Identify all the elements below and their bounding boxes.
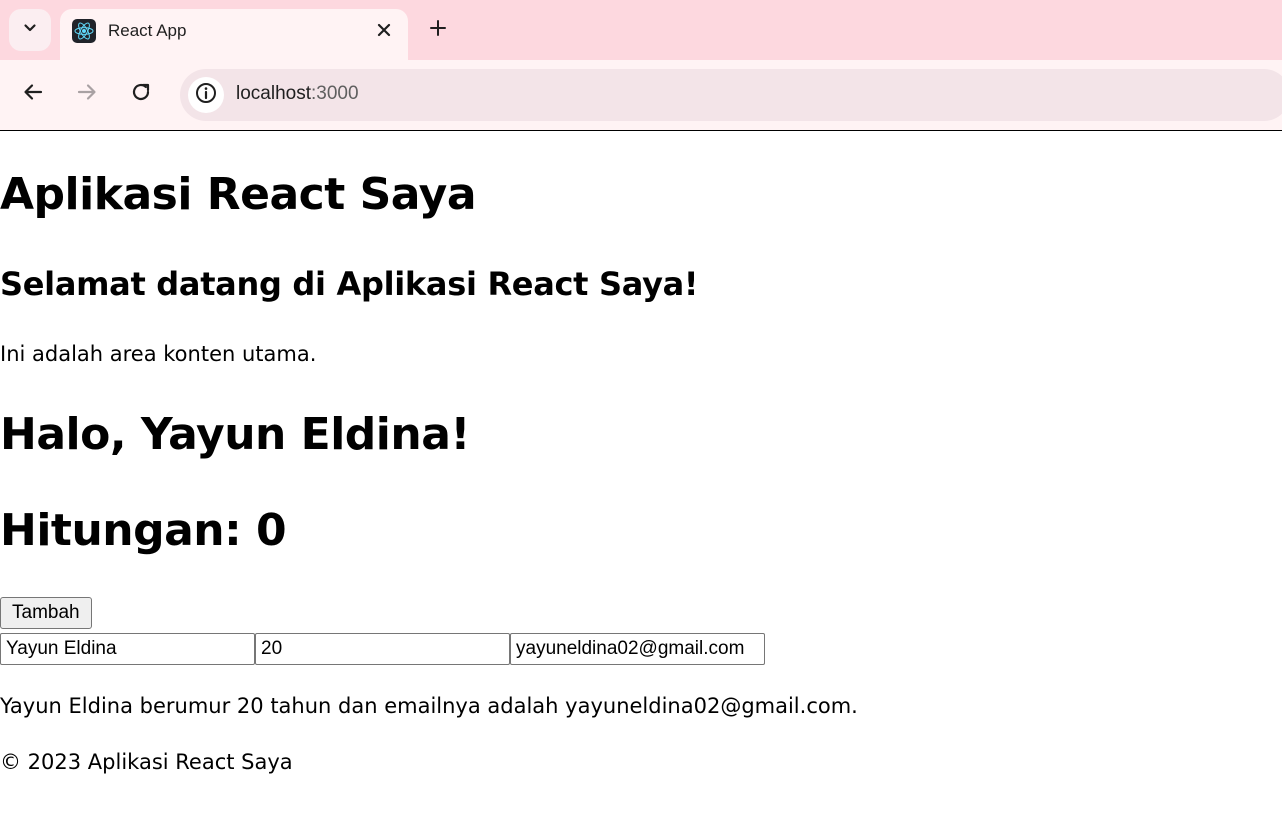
app-title: Aplikasi React Saya bbox=[0, 169, 477, 220]
address-bar[interactable]: localhost:3000 bbox=[180, 69, 1282, 121]
info-icon bbox=[195, 82, 217, 108]
page-content: Aplikasi React Saya Selamat datang di Ap… bbox=[0, 131, 1282, 817]
browser-tab-active[interactable]: React App bbox=[60, 9, 408, 60]
counter-label: Hitungan: bbox=[0, 505, 257, 556]
counter-heading: Hitungan: 0 bbox=[0, 505, 287, 556]
url-host: localhost bbox=[236, 83, 311, 104]
url-port: :3000 bbox=[311, 83, 359, 104]
user-summary-text: Yayun Eldina berumur 20 tahun dan emailn… bbox=[0, 694, 858, 718]
reload-icon bbox=[130, 81, 152, 107]
footer-text: © 2023 Aplikasi React Saya bbox=[0, 750, 293, 774]
welcome-heading: Selamat datang di Aplikasi React Saya! bbox=[0, 265, 699, 303]
chevron-down-icon bbox=[22, 20, 38, 40]
arrow-left-icon bbox=[22, 81, 44, 107]
close-icon bbox=[377, 22, 391, 41]
site-info-button[interactable] bbox=[188, 77, 224, 113]
add-button[interactable]: Tambah bbox=[0, 597, 92, 629]
reload-button[interactable] bbox=[124, 77, 158, 111]
arrow-right-icon bbox=[76, 81, 98, 107]
close-tab-button[interactable] bbox=[372, 19, 396, 43]
react-logo-icon bbox=[72, 19, 96, 43]
intro-text: Ini adalah area konten utama. bbox=[0, 342, 317, 366]
back-button[interactable] bbox=[16, 77, 50, 111]
forward-button[interactable] bbox=[70, 77, 104, 111]
greeting-heading: Halo, Yayun Eldina! bbox=[0, 409, 470, 460]
url-text: localhost:3000 bbox=[236, 83, 359, 105]
email-input[interactable] bbox=[510, 633, 765, 665]
name-input[interactable] bbox=[0, 633, 255, 665]
counter-value: 0 bbox=[256, 505, 287, 556]
tab-strip: React App bbox=[0, 0, 1282, 60]
browser-toolbar: localhost:3000 bbox=[0, 60, 1282, 130]
tab-search-button[interactable] bbox=[9, 9, 51, 51]
age-input[interactable] bbox=[255, 633, 510, 665]
tab-title: React App bbox=[108, 21, 187, 40]
new-tab-button[interactable] bbox=[424, 16, 452, 44]
plus-icon bbox=[429, 19, 447, 41]
